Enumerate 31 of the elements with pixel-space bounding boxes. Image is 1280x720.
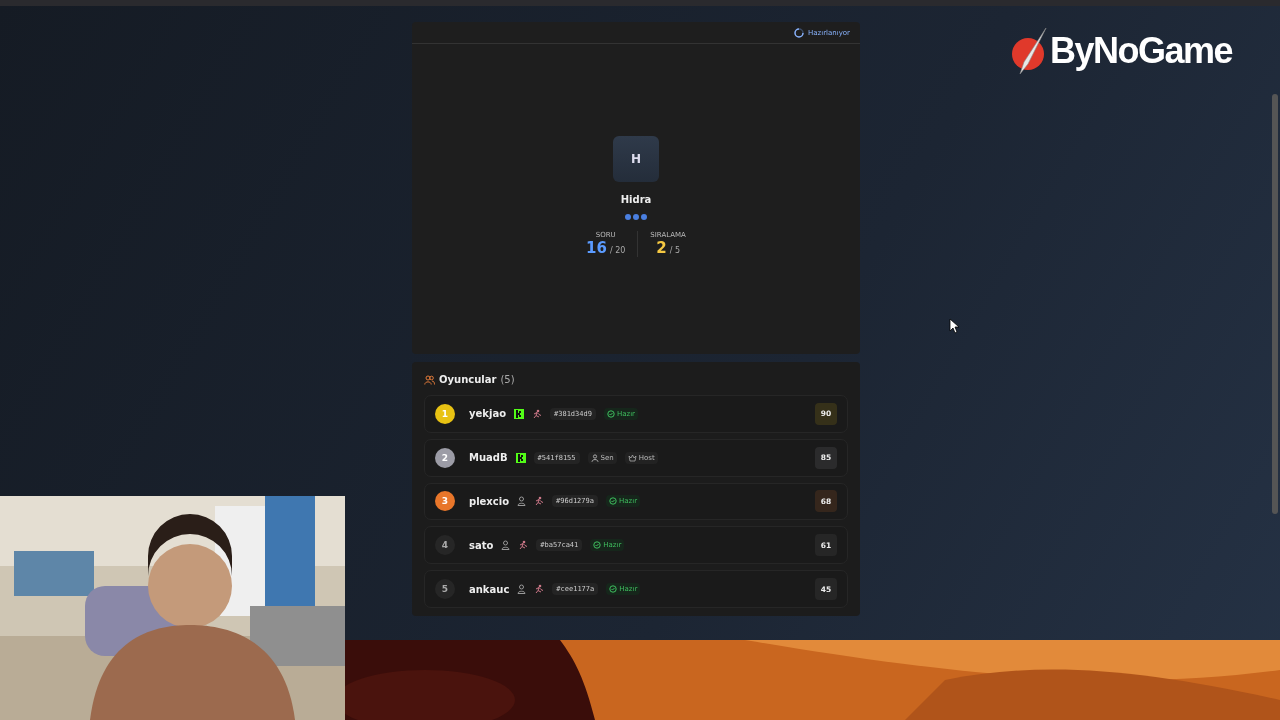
loading-dots-icon <box>624 213 648 221</box>
rank-badge: 4 <box>435 535 455 556</box>
stat-value: 16 <box>586 239 607 257</box>
player-count: (5) <box>500 374 515 385</box>
player-name: sato <box>469 539 494 551</box>
check-circle-icon <box>609 585 618 594</box>
rank-badge: 2 <box>435 447 455 468</box>
rank-badge: 5 <box>435 579 455 600</box>
logo-text: ByNoGame <box>1050 30 1233 72</box>
player-name: ankauc <box>469 583 510 595</box>
rank-badge: 3 <box>435 491 455 512</box>
users-icon <box>424 374 435 385</box>
check-circle-icon <box>606 409 615 418</box>
person-icon <box>590 453 599 462</box>
section-title: Oyuncular <box>439 374 497 385</box>
player-name: yekjao <box>469 408 506 420</box>
avatar: H <box>613 136 659 182</box>
crown-icon <box>627 453 637 462</box>
stat-total: / 5 <box>669 246 680 255</box>
player-name: Hidra <box>620 194 652 205</box>
stat-total: / 20 <box>609 246 626 255</box>
spinner-icon <box>794 27 804 38</box>
player-name: MuadB <box>469 452 508 464</box>
pen-nib-logo-icon <box>1010 26 1048 76</box>
check-circle-icon <box>593 541 602 550</box>
player-name: plexcio <box>469 496 510 507</box>
scrollbar[interactable] <box>1272 94 1278 514</box>
mouse-pointer-icon <box>949 318 961 334</box>
rank-badge: 1 <box>435 403 455 424</box>
check-circle-icon <box>609 497 617 506</box>
stat-value: 2 <box>656 239 667 257</box>
